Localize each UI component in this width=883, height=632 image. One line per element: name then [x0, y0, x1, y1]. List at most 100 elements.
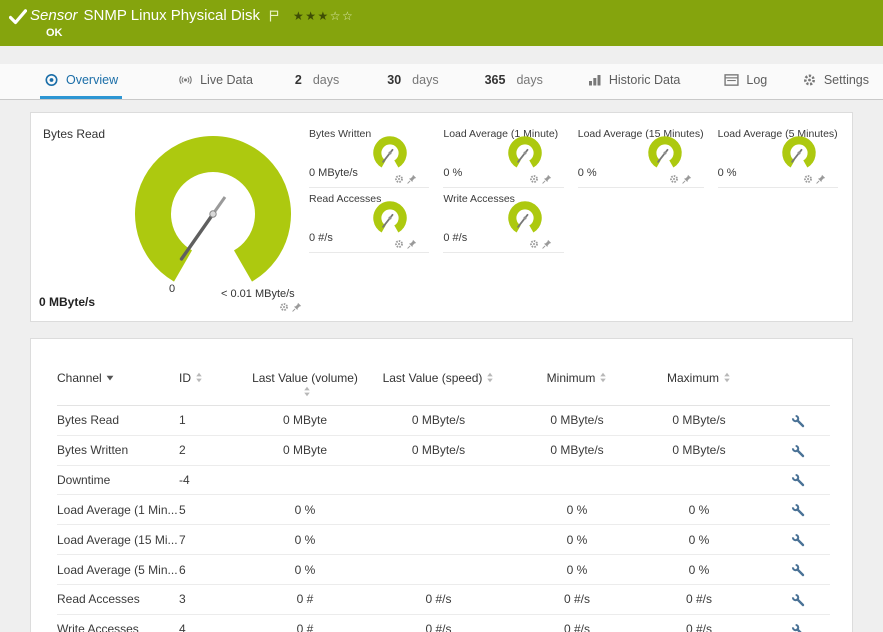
tab-365-days[interactable]: 365 days	[481, 64, 547, 99]
cell-volume: 0 #	[249, 614, 361, 632]
cell-channel: Downtime	[57, 465, 179, 496]
table-row[interactable]: Write Accesses 4 0 # 0 #/s 0 #/s 0 #/s	[57, 614, 830, 632]
cell-max: 0 MByte/s	[638, 405, 760, 436]
gauge-action-icons	[394, 174, 417, 184]
cell-min: 0 MByte/s	[516, 405, 638, 436]
priority-stars[interactable]: ★★★☆☆	[293, 9, 354, 23]
cell-max: 0 %	[638, 494, 760, 526]
column-header-id[interactable]: ID	[179, 367, 249, 406]
table-row[interactable]: Bytes Read 1 0 MByte 0 MByte/s 0 MByte/s…	[57, 405, 830, 436]
wrench-icon[interactable]	[791, 563, 805, 577]
column-header-channel[interactable]: Channel	[57, 367, 179, 406]
cell-speed	[361, 494, 516, 526]
wrench-icon[interactable]	[791, 503, 805, 517]
cell-max: 0 %	[638, 524, 760, 556]
sensor-title-line: Sensor SNMP Linux Physical Disk ★★★☆☆	[30, 7, 354, 24]
column-header-actions	[760, 367, 830, 406]
cell-volume: 0 %	[249, 554, 361, 585]
gear-icon[interactable]	[529, 174, 539, 184]
cell-speed	[361, 524, 516, 556]
cell-min: 0 %	[516, 494, 638, 526]
wrench-icon[interactable]	[791, 444, 805, 458]
cell-volume: 0 MByte	[249, 435, 361, 466]
gauge-read-accesses: Read Accesses 0 #/s	[309, 190, 430, 253]
column-label: Last Value (volume)	[252, 371, 358, 385]
wrench-icon[interactable]	[791, 533, 805, 547]
cell-max	[638, 465, 760, 496]
gauge-load-average-5-minutes: Load Average (5 Minutes) 0 %	[717, 125, 838, 188]
pin-icon[interactable]	[542, 174, 552, 184]
table-row[interactable]: Load Average (5 Min... 6 0 % 0 % 0 %	[57, 554, 830, 585]
tab-label-word: days	[312, 73, 340, 87]
cell-max: 0 #/s	[638, 614, 760, 632]
sort-icon	[195, 372, 203, 383]
wrench-icon[interactable]	[791, 623, 805, 632]
tab-label-word: days	[412, 73, 439, 87]
gauge-load-average-15-minutes: Load Average (15 Minutes) 0 %	[577, 125, 704, 188]
sensor-status-badge: OK	[46, 27, 63, 39]
tab-label: Settings	[823, 73, 869, 87]
stars-empty: ☆☆	[329, 8, 355, 23]
table-header-row: Channel ID Last Value (volume) Last Valu…	[57, 367, 830, 406]
pin-icon[interactable]	[542, 239, 552, 249]
gauge-load-average-1-minute: Load Average (1 Minute) 0 %	[443, 125, 564, 188]
table-row[interactable]: Load Average (1 Min... 5 0 % 0 % 0 %	[57, 494, 830, 526]
pin-icon[interactable]	[407, 174, 417, 184]
gear-icon[interactable]	[669, 174, 679, 184]
pin-icon[interactable]	[682, 174, 692, 184]
cell-min: 0 %	[516, 524, 638, 556]
gauge-action-icons	[529, 239, 552, 249]
live-data-icon	[178, 73, 193, 87]
table-row[interactable]: Downtime -4	[57, 465, 830, 496]
wrench-icon[interactable]	[791, 473, 805, 487]
table-row[interactable]: Bytes Written 2 0 MByte 0 MByte/s 0 MByt…	[57, 435, 830, 466]
pin-icon[interactable]	[407, 239, 417, 249]
wrench-icon[interactable]	[791, 593, 805, 607]
column-label: ID	[179, 371, 191, 385]
pin-icon[interactable]	[816, 174, 826, 184]
tab-historic-data[interactable]: Historic Data	[583, 64, 685, 99]
cell-channel: Load Average (1 Min...	[57, 494, 179, 526]
gauge-value: 0 #/s	[309, 232, 333, 244]
tab-settings[interactable]: Settings	[798, 64, 873, 99]
prtg-sensor-page: Sensor SNMP Linux Physical Disk ★★★☆☆ OK…	[0, 0, 883, 632]
wrench-icon[interactable]	[791, 414, 805, 428]
gear-icon[interactable]	[279, 302, 289, 312]
flag-icon[interactable]	[269, 10, 279, 22]
small-gauges-grid: Bytes Written 0 MByte/s Load Average (1 …	[309, 125, 838, 253]
main-gauge-bytes-read: Bytes Read 0 MByte/s 0 < 0.01 MByte/s	[31, 113, 309, 321]
cell-id: 1	[179, 405, 249, 436]
table-row[interactable]: Read Accesses 3 0 # 0 #/s 0 #/s 0 #/s	[57, 584, 830, 615]
log-icon	[724, 73, 739, 87]
gear-icon[interactable]	[803, 174, 813, 184]
cell-min: 0 %	[516, 554, 638, 585]
tab-overview[interactable]: Overview	[40, 64, 123, 99]
tab-log[interactable]: Log	[720, 64, 771, 99]
sort-icon	[486, 372, 494, 383]
column-header-last-value-speed[interactable]: Last Value (speed)	[361, 367, 516, 406]
cell-min: 0 #/s	[516, 584, 638, 615]
tab-30-days[interactable]: 30 days	[383, 64, 442, 99]
tab-2-days[interactable]: 2 days	[291, 64, 343, 99]
column-label: Last Value (speed)	[382, 371, 483, 385]
table-row[interactable]: Load Average (15 Mi... 7 0 % 0 % 0 %	[57, 524, 830, 556]
tab-label-word: days	[516, 73, 543, 87]
gauge-action-icons	[394, 239, 417, 249]
tab-bar: Overview Live Data 2 days 30 days 365 days …	[0, 64, 883, 100]
column-header-last-value-volume[interactable]: Last Value (volume)	[249, 367, 361, 406]
cell-volume: 0 #	[249, 584, 361, 615]
gauge-action-icons	[803, 174, 826, 184]
gear-icon[interactable]	[529, 239, 539, 249]
tab-live-data[interactable]: Live Data	[174, 64, 257, 99]
gauge-action-icons	[279, 302, 302, 312]
gauge-bytes-written: Bytes Written 0 MByte/s	[309, 125, 430, 188]
gauge-write-accesses: Write Accesses 0 #/s	[443, 190, 564, 253]
cell-min: 0 MByte/s	[516, 435, 638, 466]
column-header-maximum[interactable]: Maximum	[638, 367, 760, 406]
sensor-header: Sensor SNMP Linux Physical Disk ★★★☆☆ OK	[0, 0, 883, 46]
gear-icon[interactable]	[394, 174, 404, 184]
ok-check-icon	[9, 9, 27, 25]
gear-icon[interactable]	[394, 239, 404, 249]
pin-icon[interactable]	[292, 302, 302, 312]
column-header-minimum[interactable]: Minimum	[516, 367, 638, 406]
